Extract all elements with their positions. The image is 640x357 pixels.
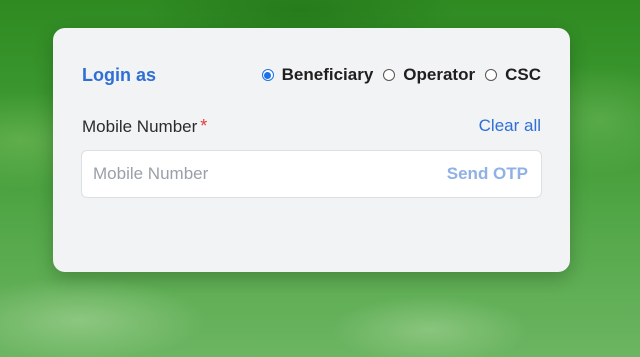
- login-type-row: Login as Beneficiary Operator CSC: [82, 62, 541, 88]
- radio-button-beneficiary[interactable]: [261, 69, 274, 81]
- mobile-number-label-row: Mobile Number * Clear all: [82, 114, 541, 138]
- send-otp-button[interactable]: Send OTP: [447, 164, 528, 184]
- mobile-number-input-container: Send OTP: [81, 150, 542, 198]
- mobile-number-label: Mobile Number: [82, 116, 198, 136]
- clear-all-link[interactable]: Clear all: [479, 116, 541, 136]
- mobile-number-input[interactable]: [82, 163, 447, 185]
- login-as-heading: Login as: [82, 64, 157, 85]
- radio-label-csc: CSC: [505, 65, 541, 84]
- mobile-number-label-group: Mobile Number *: [82, 116, 207, 137]
- radio-option-beneficiary[interactable]: Beneficiary: [261, 65, 374, 85]
- login-card: Login as Beneficiary Operator CSC Mobile…: [53, 28, 570, 272]
- radio-option-operator[interactable]: Operator: [383, 65, 475, 85]
- radio-button-operator[interactable]: [383, 69, 396, 81]
- radio-label-beneficiary: Beneficiary: [281, 65, 374, 84]
- radio-option-csc[interactable]: CSC: [485, 65, 541, 85]
- radio-button-csc[interactable]: [485, 69, 498, 81]
- required-asterisk: *: [200, 115, 208, 136]
- radio-label-operator: Operator: [403, 65, 476, 84]
- login-type-radio-group: Beneficiary Operator CSC: [261, 65, 541, 85]
